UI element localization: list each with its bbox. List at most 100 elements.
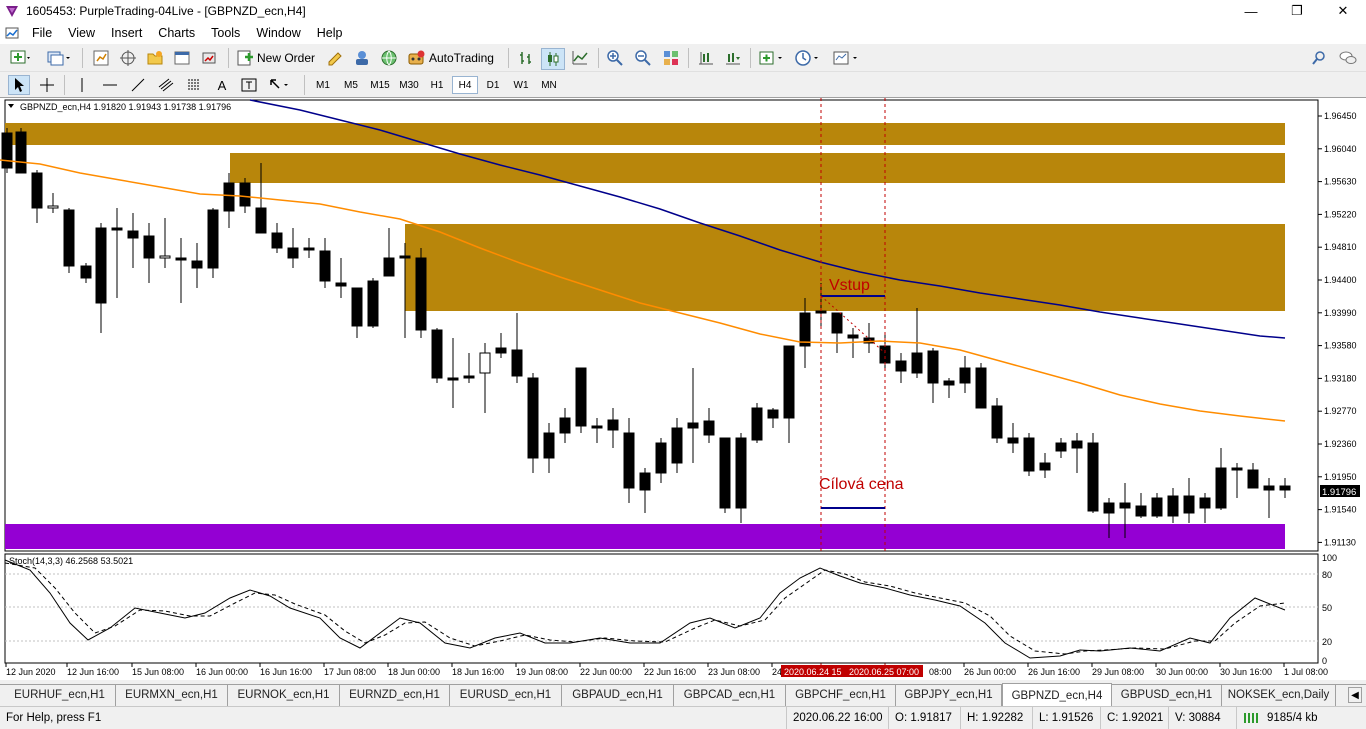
menu-help[interactable]: Help (309, 22, 351, 44)
tab-gbpusd-ecn-h1[interactable]: GBPUSD_ecn,H1 (1112, 685, 1222, 706)
candle-body[interactable] (175, 257, 187, 261)
arrows-button[interactable] (266, 75, 298, 95)
restore-button[interactable]: ❐ (1274, 0, 1320, 22)
candle-body[interactable] (767, 409, 779, 419)
candle-body[interactable] (271, 232, 283, 249)
candle-body[interactable] (815, 310, 827, 314)
candle-body[interactable] (1231, 467, 1243, 471)
tab-eurmxn-ecn-h1[interactable]: EURMXN_ecn,H1 (116, 685, 228, 706)
candle-body[interactable] (1135, 505, 1147, 517)
candle-body[interactable] (783, 345, 795, 419)
candle-body[interactable] (1, 132, 13, 169)
zone-rect-bottom[interactable] (5, 524, 1285, 549)
candle-body[interactable] (1247, 469, 1259, 489)
candle-body[interactable] (383, 257, 395, 277)
zone-rect-upper[interactable] (230, 153, 1285, 183)
candle-body[interactable] (351, 287, 363, 327)
periods-button[interactable] (792, 48, 826, 68)
candle-body[interactable] (255, 207, 267, 234)
timeframe-w1[interactable]: W1 (508, 76, 534, 94)
indicators-button[interactable] (756, 48, 790, 68)
timeframe-h1[interactable]: H1 (424, 76, 450, 94)
signals-button[interactable] (351, 48, 373, 68)
candle-body[interactable] (367, 280, 379, 327)
timeframe-m30[interactable]: M30 (395, 76, 423, 94)
timeframe-h4[interactable]: H4 (452, 76, 478, 94)
new-chart-button[interactable] (8, 48, 34, 68)
candle-body[interactable] (95, 227, 107, 304)
tab-gbpaud-ecn-h1[interactable]: GBPAUD_ecn,H1 (562, 685, 674, 706)
candle-body[interactable] (239, 182, 251, 207)
candle-body[interactable] (111, 227, 123, 231)
timeframe-m15[interactable]: M15 (366, 76, 394, 94)
candle-body[interactable] (1119, 502, 1131, 509)
search-button[interactable] (1308, 48, 1330, 68)
crosshair-button[interactable] (36, 75, 58, 95)
candle-body[interactable] (1055, 442, 1067, 452)
candle-body[interactable] (1167, 495, 1179, 517)
tab-eurusd-ecn-h1[interactable]: EURUSD_ecn,H1 (450, 685, 562, 706)
zoom-out-button[interactable] (632, 48, 654, 68)
candle-body[interactable] (223, 182, 235, 212)
market-watch-button[interactable] (90, 48, 112, 68)
candle-body[interactable] (847, 334, 859, 339)
candle-body[interactable] (1215, 467, 1227, 509)
tab-eurnzd-ecn-h1[interactable]: EURNZD_ecn,H1 (340, 685, 450, 706)
candle-body[interactable] (15, 131, 27, 174)
tab-gbpchf-ecn-h1[interactable]: GBPCHF_ecn,H1 (786, 685, 896, 706)
new-order-button[interactable]: New Order (236, 48, 320, 68)
candle-body[interactable] (1023, 437, 1035, 472)
candle-body[interactable] (319, 250, 331, 282)
candle-body[interactable] (511, 349, 523, 377)
candle-body[interactable] (703, 420, 715, 436)
candlestick-chart-button[interactable] (541, 48, 565, 70)
candle-body[interactable] (623, 432, 635, 489)
candle-body[interactable] (399, 255, 411, 259)
menu-charts[interactable]: Charts (150, 22, 203, 44)
strategy-tester-button[interactable] (198, 48, 220, 68)
text-label-button[interactable] (238, 75, 260, 95)
timeframe-d1[interactable]: D1 (480, 76, 506, 94)
candle-body[interactable] (1103, 502, 1115, 514)
menu-view[interactable]: View (60, 22, 103, 44)
candle-body[interactable] (63, 209, 75, 267)
chart-window[interactable]: Vstup Cílová cena GBPNZD_ecn,H4 1.91820 … (0, 98, 1366, 680)
candle-body[interactable] (1199, 497, 1211, 509)
metaeditor-button[interactable] (324, 48, 346, 68)
chart-shift-button[interactable] (695, 48, 717, 68)
candle-body[interactable] (959, 367, 971, 384)
tab-eurnok-ecn-h1[interactable]: EURNOK_ecn,H1 (228, 685, 340, 706)
timeframe-mn[interactable]: MN (536, 76, 562, 94)
entry-annotation[interactable]: Vstup (829, 277, 870, 294)
candle-body[interactable] (575, 367, 587, 427)
candle-body[interactable] (447, 377, 459, 381)
profiles-button[interactable] (44, 48, 74, 68)
candle-body[interactable] (975, 367, 987, 409)
price-chart[interactable]: Vstup Cílová cena GBPNZD_ecn,H4 1.91820 … (0, 98, 1366, 680)
chart-window-icon[interactable] (4, 25, 20, 41)
tab-eurhuf-ecn-h1[interactable]: EURHUF_ecn,H1 (4, 685, 116, 706)
candle-body[interactable] (127, 230, 139, 239)
tab-gbpcad-ecn-h1[interactable]: GBPCAD_ecn,H1 (674, 685, 786, 706)
line-chart-button[interactable] (569, 48, 591, 68)
candle-body[interactable] (1151, 497, 1163, 517)
terminal-button[interactable] (171, 48, 193, 68)
candle-body[interactable] (207, 209, 219, 269)
timeframe-m5[interactable]: M5 (338, 76, 364, 94)
candle-body[interactable] (415, 257, 427, 331)
candle-body[interactable] (335, 282, 347, 287)
candle-body[interactable] (671, 427, 683, 464)
candle-body[interactable] (159, 255, 171, 259)
menu-insert[interactable]: Insert (103, 22, 150, 44)
candle-body[interactable] (1007, 437, 1019, 444)
candle-body[interactable] (1183, 495, 1195, 514)
candle-body[interactable] (591, 425, 603, 429)
menu-window[interactable]: Window (248, 22, 308, 44)
candle-body[interactable] (655, 442, 667, 474)
candle-body[interactable] (495, 347, 507, 354)
candle-body[interactable] (719, 437, 731, 509)
timeframe-m1[interactable]: M1 (310, 76, 336, 94)
candle-body[interactable] (607, 419, 619, 431)
candle-body[interactable] (735, 437, 747, 509)
candle-body[interactable] (927, 350, 939, 384)
